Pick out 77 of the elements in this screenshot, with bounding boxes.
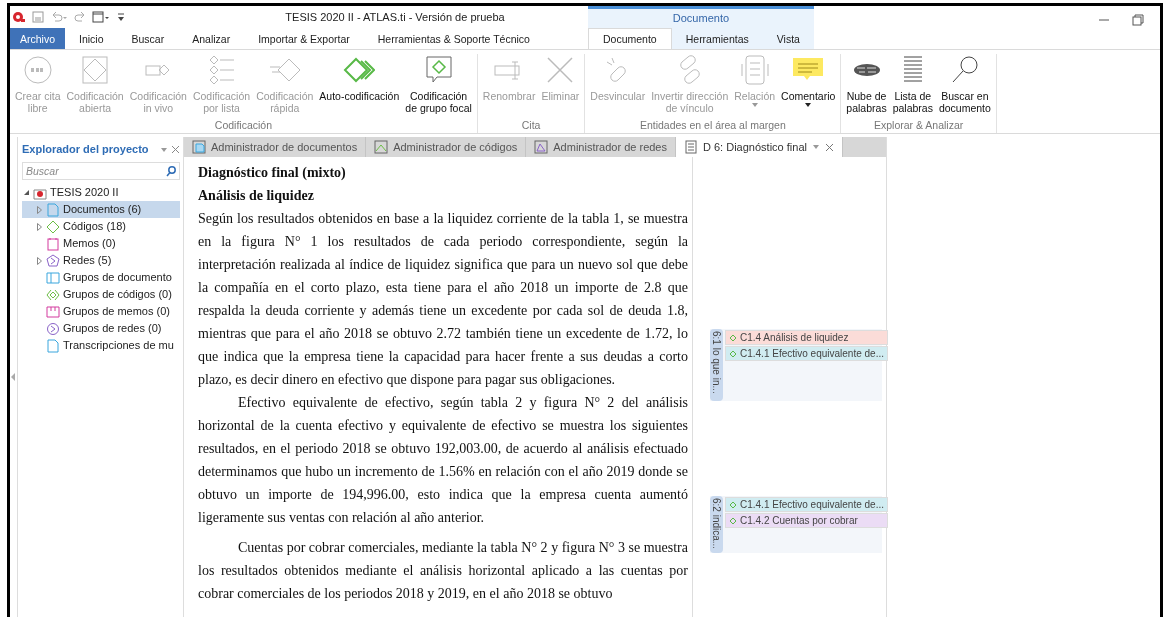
window-title: TESIS 2020 II - ATLAS.ti - Versión de prueba [284, 9, 506, 25]
menu-tab[interactable]: Importar & Exportar [244, 28, 364, 49]
network-icon [46, 253, 60, 268]
collapsed-arrow-icon[interactable] [36, 222, 42, 231]
tree-item[interactable]: Grupos de memos (0) [22, 303, 180, 320]
list-box-icon [738, 54, 771, 86]
paragraph: Según los resultados obtenidos en base a la liquidez corriente de la tabla 1, se muestra en la figura N° 1 los resultados de cada periodo correspondiente, según la interpretación realizada al índice de liquidez significa que para un nuevo sol que debe la compañía en el corto plazo, esta tiene para el año 2018 un importe de 2.8 que respalda la deuda corriente y además tiene un excedente por cada sol de deuda 1.8, mientras que para el año 2018 se obtuvo 2.72 también tiene un excedente de 1.72, lo que indica que la empresa tiene la capacidad para hacer frente a sus deudas a corto plazo, es decir dinero en efectivo que dispone para pagar sus obligaciones. [198, 210, 688, 389]
paragraph: Efectivo equivalente de efectivo, según tabla 2 y figura N° 2 del análisis horizontal de la cuenta efectivo y equivalente de efectivo se muestra los siguientes resultados, en el periodo 2018 se obtuvo 192,003.00, de acuerdo al análisis efectuado determinamos que hubo un incremento de 1.56% en relación con el año 2019 donde se obtuvo un importe de 194,996.00, esto indica que la empresa cuenta aumentó ligeramente sus ventas con relación al año anterior. [198, 394, 688, 527]
dropdown-caret-icon[interactable] [811, 144, 820, 150]
document-tab[interactable]: D 6: Diagnóstico final [676, 137, 843, 157]
document-icon [46, 202, 60, 217]
document-heading: Análisis de liquidez [198, 187, 315, 205]
close-icon[interactable] [824, 142, 834, 152]
memo-icon [46, 236, 60, 251]
collapsed-arrow-icon[interactable] [36, 205, 42, 214]
dropdown-caret-icon[interactable] [160, 146, 169, 153]
menu-tab[interactable]: Analizar [178, 28, 245, 49]
window-layout-icon[interactable] [92, 10, 110, 23]
code-tag[interactable]: C1.4.2 Cuentas por cobrar [725, 513, 888, 528]
quote-bubble-icon [21, 54, 54, 86]
code-tag[interactable]: C1.4.1 Efectivo equivalente de... [725, 497, 888, 512]
tree-item[interactable]: Memos (0) [22, 235, 180, 252]
tree-item[interactable]: Redes (5) [22, 252, 180, 269]
search-field[interactable]: Buscar [22, 162, 180, 180]
restore-icon[interactable] [1132, 14, 1144, 26]
ribbon-group-label: Codificación [213, 118, 274, 133]
network-manager-icon [534, 140, 549, 154]
ribbon-button[interactable]: Codificación de grupo focal [402, 54, 475, 118]
code-manager-icon [374, 140, 389, 154]
paragraph: Cuentas por cobrar comerciales, mediante la tabla N° 2 y figura N° 3 se muestra los resultados obtenidos mediante el análisis horizontal aplicado a las cuentas por cobrar comerciales de los periodos 2018 y 2019, en el año 2018 se obtuvo [198, 539, 688, 603]
collapsed-arrow-icon[interactable] [36, 256, 42, 265]
ribbon-button[interactable]: Comentario [778, 54, 839, 118]
menu-tab[interactable]: Buscar [117, 28, 179, 49]
customize-caret-icon[interactable] [116, 10, 126, 23]
menu-tab[interactable]: Inicio [65, 28, 118, 49]
tree-item[interactable]: TESIS 2020 II [50, 184, 119, 201]
tree-item[interactable]: Códigos (18) [22, 218, 180, 235]
tree-item[interactable]: Transcripciones de mu [22, 337, 180, 354]
ribbon-button[interactable]: Nube de palabras [843, 54, 890, 118]
menu-tab[interactable]: Documento [588, 28, 672, 49]
document-title: Diagnóstico final (mixto) [198, 164, 347, 182]
quotation-label: 6:2 indica... [710, 496, 723, 553]
tree-item[interactable]: Documentos (6) [22, 201, 180, 218]
memo-group-icon [46, 304, 60, 319]
search-icon [166, 166, 176, 177]
undo-icon[interactable] [50, 10, 68, 23]
contextual-group-title: Documento [671, 11, 731, 26]
expanded-arrow-icon[interactable] [22, 189, 30, 196]
ribbon-button[interactable]: Lista de palabras [889, 54, 936, 118]
ribbon-group-label: Cita [520, 118, 542, 133]
ribbon-group-label: Explorar & Analizar [872, 118, 965, 133]
close-icon[interactable] [171, 145, 180, 154]
document-group-icon [46, 270, 60, 285]
expand-arrow-icon [11, 373, 16, 381]
tree-item[interactable]: Grupos de documento [22, 269, 180, 286]
ribbon-group-label: Entidades en el área al margen [638, 118, 787, 133]
ribbon-button[interactable]: Buscar en documento [935, 54, 994, 118]
transcript-icon [46, 338, 60, 353]
quotation-label: 6:1 lo que in... [710, 329, 723, 401]
document-manager-icon [192, 140, 206, 154]
menu-tab[interactable]: Herramientas & Soporte Técnico [363, 28, 544, 49]
network-group-icon [46, 321, 60, 336]
ribbon-button[interactable]: Auto-codificación [316, 54, 403, 118]
redo-icon[interactable] [74, 10, 86, 23]
save-icon[interactable] [32, 10, 44, 23]
code-tag[interactable]: C1.4 Análisis de liquidez [725, 330, 888, 345]
diamond-icon [46, 219, 60, 234]
code-tag[interactable]: C1.4.1 Efectivo equivalente de... [725, 346, 888, 361]
tree-item[interactable]: Grupos de redes (0) [22, 320, 180, 337]
file-menu-tab[interactable]: Archivo [10, 28, 65, 49]
tree-item[interactable]: Grupos de códigos (0) [22, 286, 180, 303]
panel-title: Explorador del proyecto [22, 142, 149, 158]
menu-tab[interactable]: Vista [762, 28, 814, 49]
app-logo-icon [12, 10, 26, 23]
document-lines-icon [684, 140, 698, 154]
menu-tab[interactable]: Herramientas [671, 28, 763, 49]
code-group-icon [46, 287, 60, 302]
